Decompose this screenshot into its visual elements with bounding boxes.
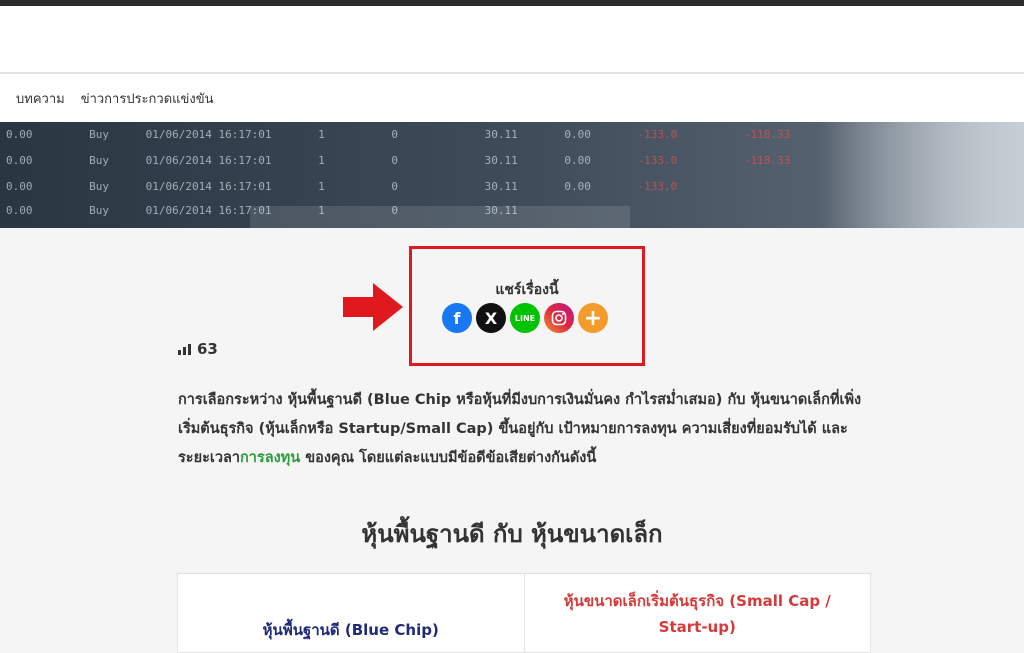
line-icon[interactable]: LINE bbox=[510, 303, 540, 333]
instagram-icon[interactable] bbox=[544, 303, 574, 333]
view-count: 63 bbox=[178, 340, 218, 358]
hero-row: 0.00 Buy 01/06/2014 16:17:01 1 0 30.11 0… bbox=[6, 128, 791, 141]
share-box: แชร์เรื่องนี้ f X LINE + bbox=[409, 246, 645, 366]
facebook-icon[interactable]: f bbox=[442, 303, 472, 333]
share-icons: f X LINE + bbox=[442, 303, 608, 333]
hero-row: 0.00 Buy 01/06/2014 16:17:01 1 0 30.11 0… bbox=[6, 180, 678, 193]
nav-item-articles[interactable]: บทความ bbox=[16, 88, 65, 109]
x-icon[interactable]: X bbox=[476, 303, 506, 333]
more-icon[interactable]: + bbox=[578, 303, 608, 333]
bar-chart-icon bbox=[178, 343, 191, 355]
main-nav: บทความ ข่าวการประกวดแข่งขัน bbox=[0, 74, 1024, 122]
site-header bbox=[0, 6, 1024, 74]
nav-item-contest-news[interactable]: ข่าวการประกวดแข่งขัน bbox=[81, 88, 214, 109]
comparison-table: หุ้นพื้นฐานดี (Blue Chip) หุ้นขนาดเล็กเร… bbox=[177, 573, 871, 653]
share-title: แชร์เรื่องนี้ bbox=[495, 282, 559, 298]
section-heading: หุ้นพื้นฐานดี กับ หุ้นขนาดเล็ก bbox=[361, 520, 663, 548]
table-header-cell: หุ้นขนาดเล็กเริ่มต้นธุรกิจ (Small Cap / … bbox=[523, 574, 871, 652]
investment-link[interactable]: การลงทุน bbox=[240, 450, 300, 466]
blue-chip-header: หุ้นพื้นฐานดี (Blue Chip) bbox=[262, 621, 439, 639]
screen-edge bbox=[824, 122, 1024, 228]
small-cap-header: หุ้นขนาดเล็กเริ่มต้นธุรกิจ (Small Cap / … bbox=[563, 592, 831, 636]
table-header-cell: หุ้นพื้นฐานดี (Blue Chip) bbox=[178, 574, 524, 652]
article-paragraph: การเลือกระหว่าง หุ้นพื้นฐานดี (Blue Chip… bbox=[178, 392, 862, 466]
hero-image: 0.00 Buy 01/06/2014 16:17:01 1 0 30.11 0… bbox=[0, 122, 1024, 228]
hero-row: 0.00 Buy 01/06/2014 16:17:01 1 0 30.11 0… bbox=[6, 154, 791, 167]
view-count-value: 63 bbox=[197, 340, 218, 358]
dock-bar bbox=[250, 206, 630, 228]
red-arrow-icon bbox=[343, 283, 403, 331]
